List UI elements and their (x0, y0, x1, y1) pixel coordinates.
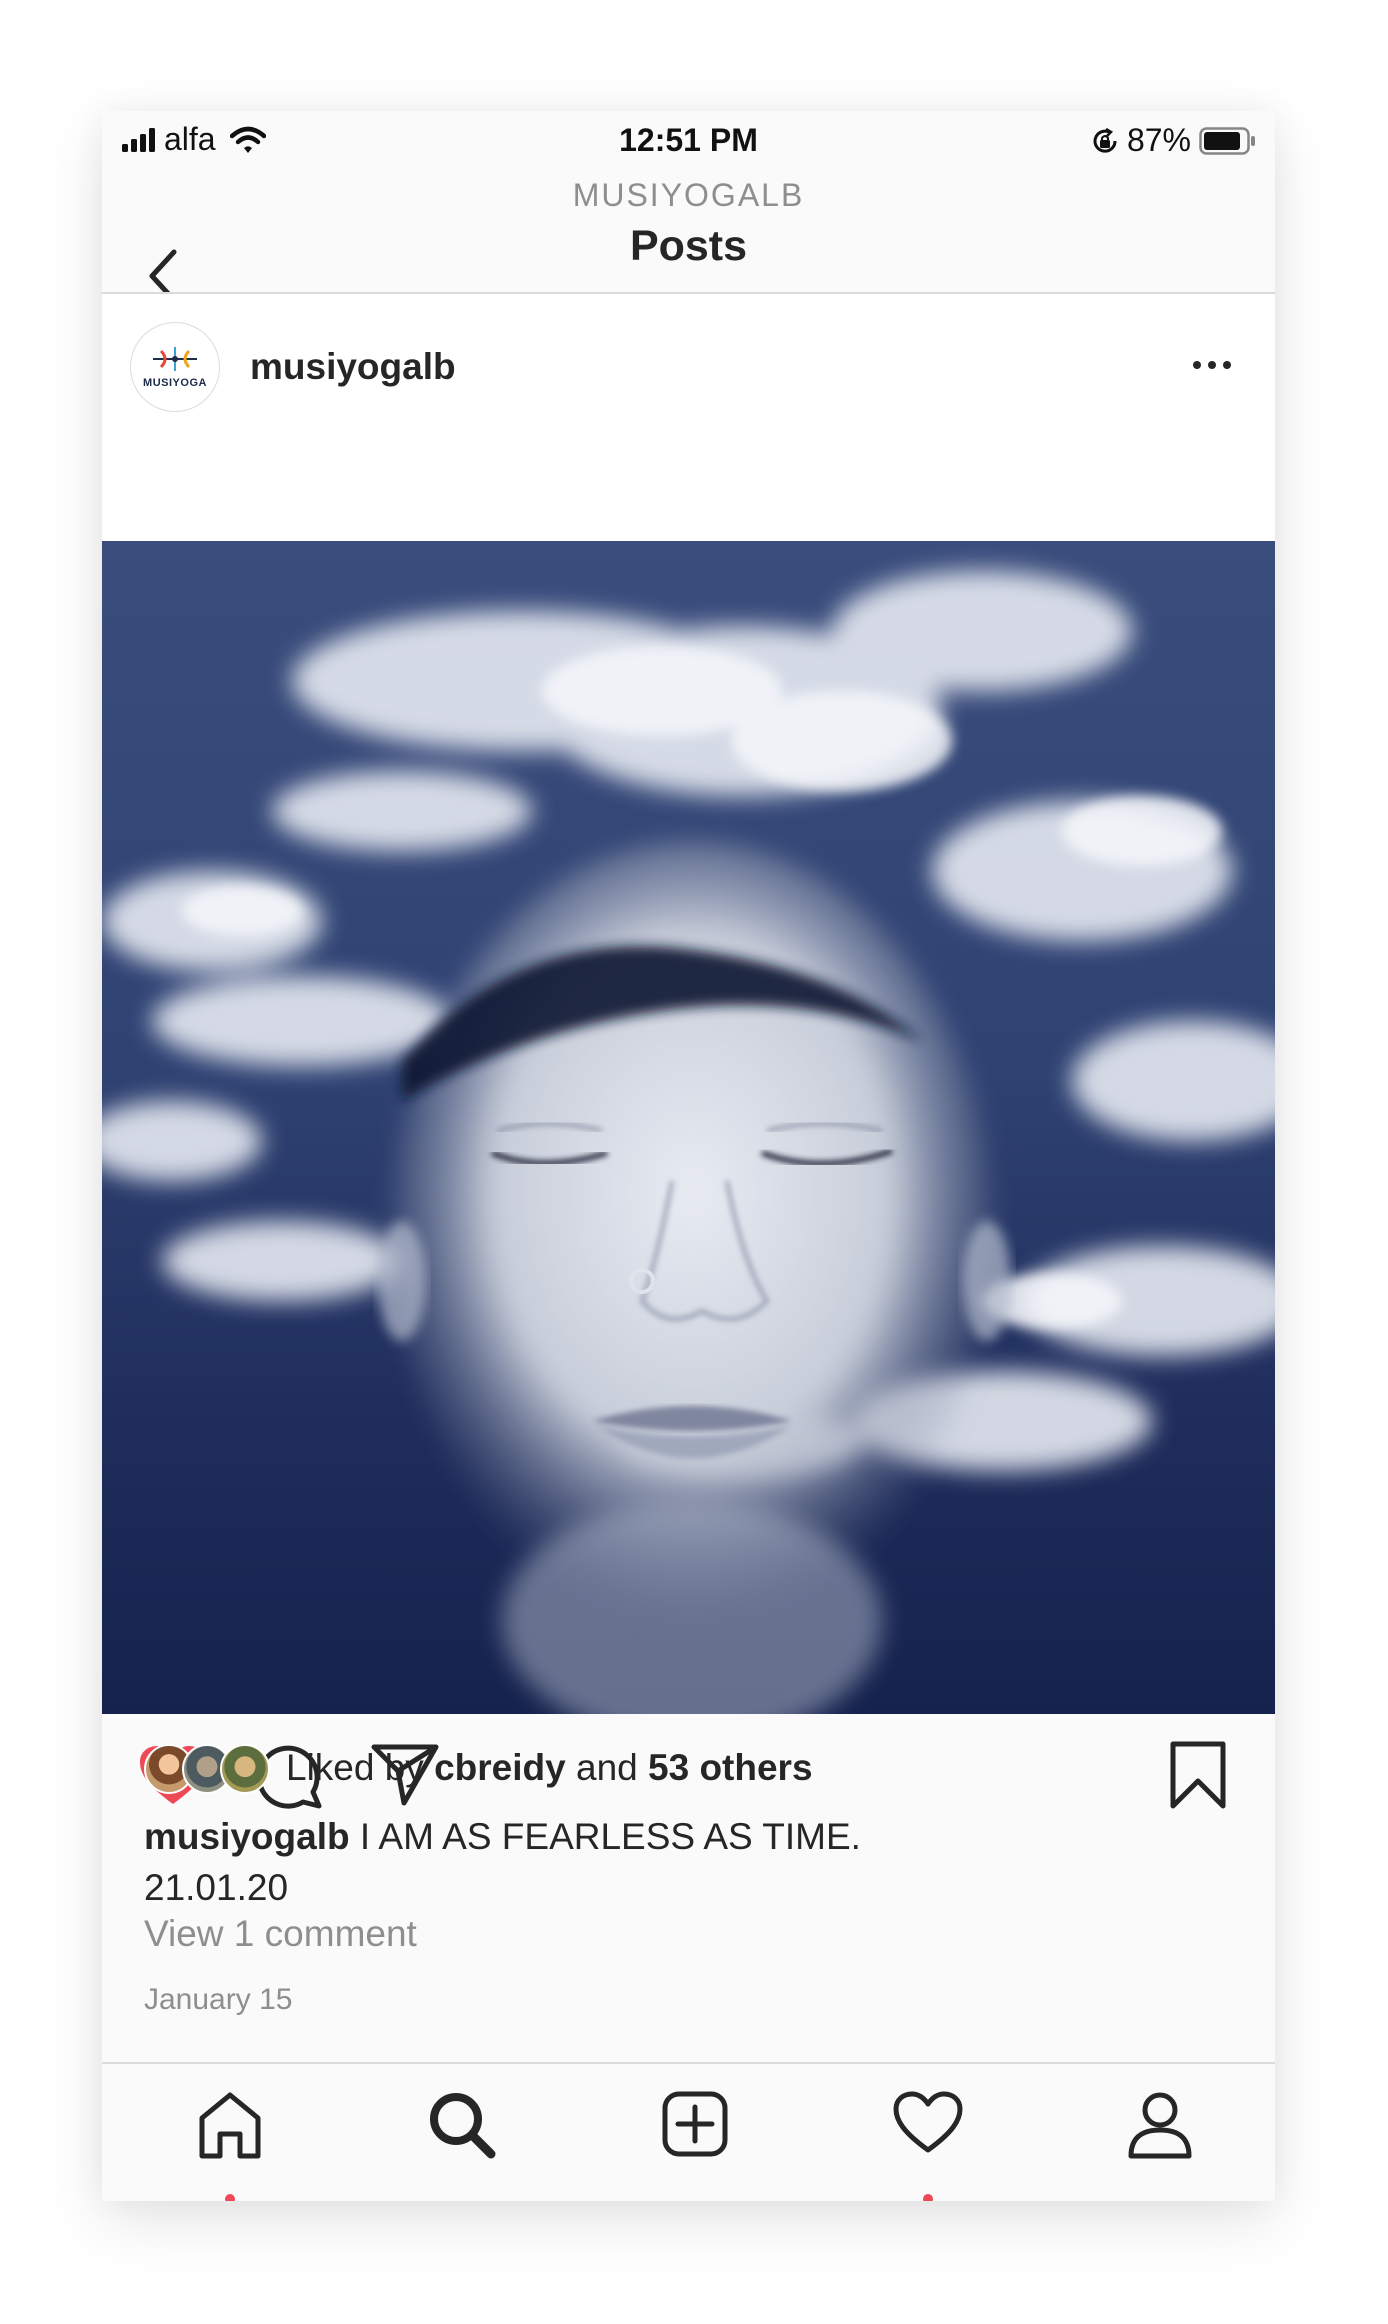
musiyoga-logo-icon (153, 347, 197, 371)
add-post-icon (662, 2091, 728, 2157)
caption-text: I AM AS FEARLESS AS TIME. (359, 1816, 861, 1857)
battery-icon (1199, 126, 1255, 155)
post-date: January 15 (144, 1983, 293, 2016)
tab-home[interactable] (190, 2090, 270, 2201)
ellipsis-icon (1193, 361, 1201, 369)
avatar (220, 1744, 270, 1794)
likes-text: Liked by cbreidy and 53 others (286, 1747, 813, 1789)
bookmark-icon[interactable] (1168, 1739, 1228, 1811)
bottom-tab-bar (102, 2064, 1275, 2201)
avatar[interactable]: MUSIYOGA (130, 322, 220, 412)
status-bar: alfa 12:51 PM 87% (102, 111, 1275, 171)
likes-prefix: Liked by (286, 1747, 424, 1788)
liker-avatars (144, 1744, 270, 1794)
tab-search[interactable] (422, 2090, 502, 2170)
tab-activity[interactable] (888, 2090, 968, 2201)
more-options-button[interactable] (1193, 356, 1241, 374)
tab-profile[interactable] (1120, 2090, 1200, 2170)
search-icon (430, 2093, 496, 2159)
page-title: Posts (629, 222, 748, 270)
home-notification-dot (225, 2194, 235, 2201)
likes-others[interactable]: 53 others (648, 1747, 813, 1788)
avatar-brand-text: MUSIYOGA (143, 377, 207, 389)
post-photo-artwork (102, 541, 1275, 1741)
view-comments-link[interactable]: View 1 comment (144, 1913, 417, 1955)
caption-username[interactable]: musiyogalb (144, 1816, 350, 1857)
orientation-lock-icon (1093, 127, 1117, 153)
activity-notification-dot (923, 2194, 933, 2201)
post-image[interactable] (102, 541, 1275, 1741)
heart-icon (893, 2091, 963, 2153)
caption-date-line: 21.01.20 (144, 1867, 289, 1908)
post-username[interactable]: musiyogalb (250, 346, 456, 388)
phone-screen: alfa 12:51 PM 87% MUSIYOGALB Posts MUSIY… (102, 111, 1275, 2201)
likes-row[interactable]: Liked by cbreidy and 53 others (144, 1743, 813, 1794)
battery-percentage: 87% (1126, 122, 1191, 158)
profile-icon (1128, 2092, 1192, 2159)
likes-and: and (576, 1747, 638, 1788)
liker-username[interactable]: cbreidy (434, 1747, 566, 1788)
home-icon (199, 2092, 261, 2159)
post-header: MUSIYOGA musiyogalb (102, 294, 1275, 541)
nav-username: MUSIYOGALB (572, 177, 805, 213)
post-caption: musiyogalb I AM AS FEARLESS AS TIME. 21.… (144, 1811, 1234, 1913)
tab-add-post[interactable] (655, 2090, 735, 2170)
